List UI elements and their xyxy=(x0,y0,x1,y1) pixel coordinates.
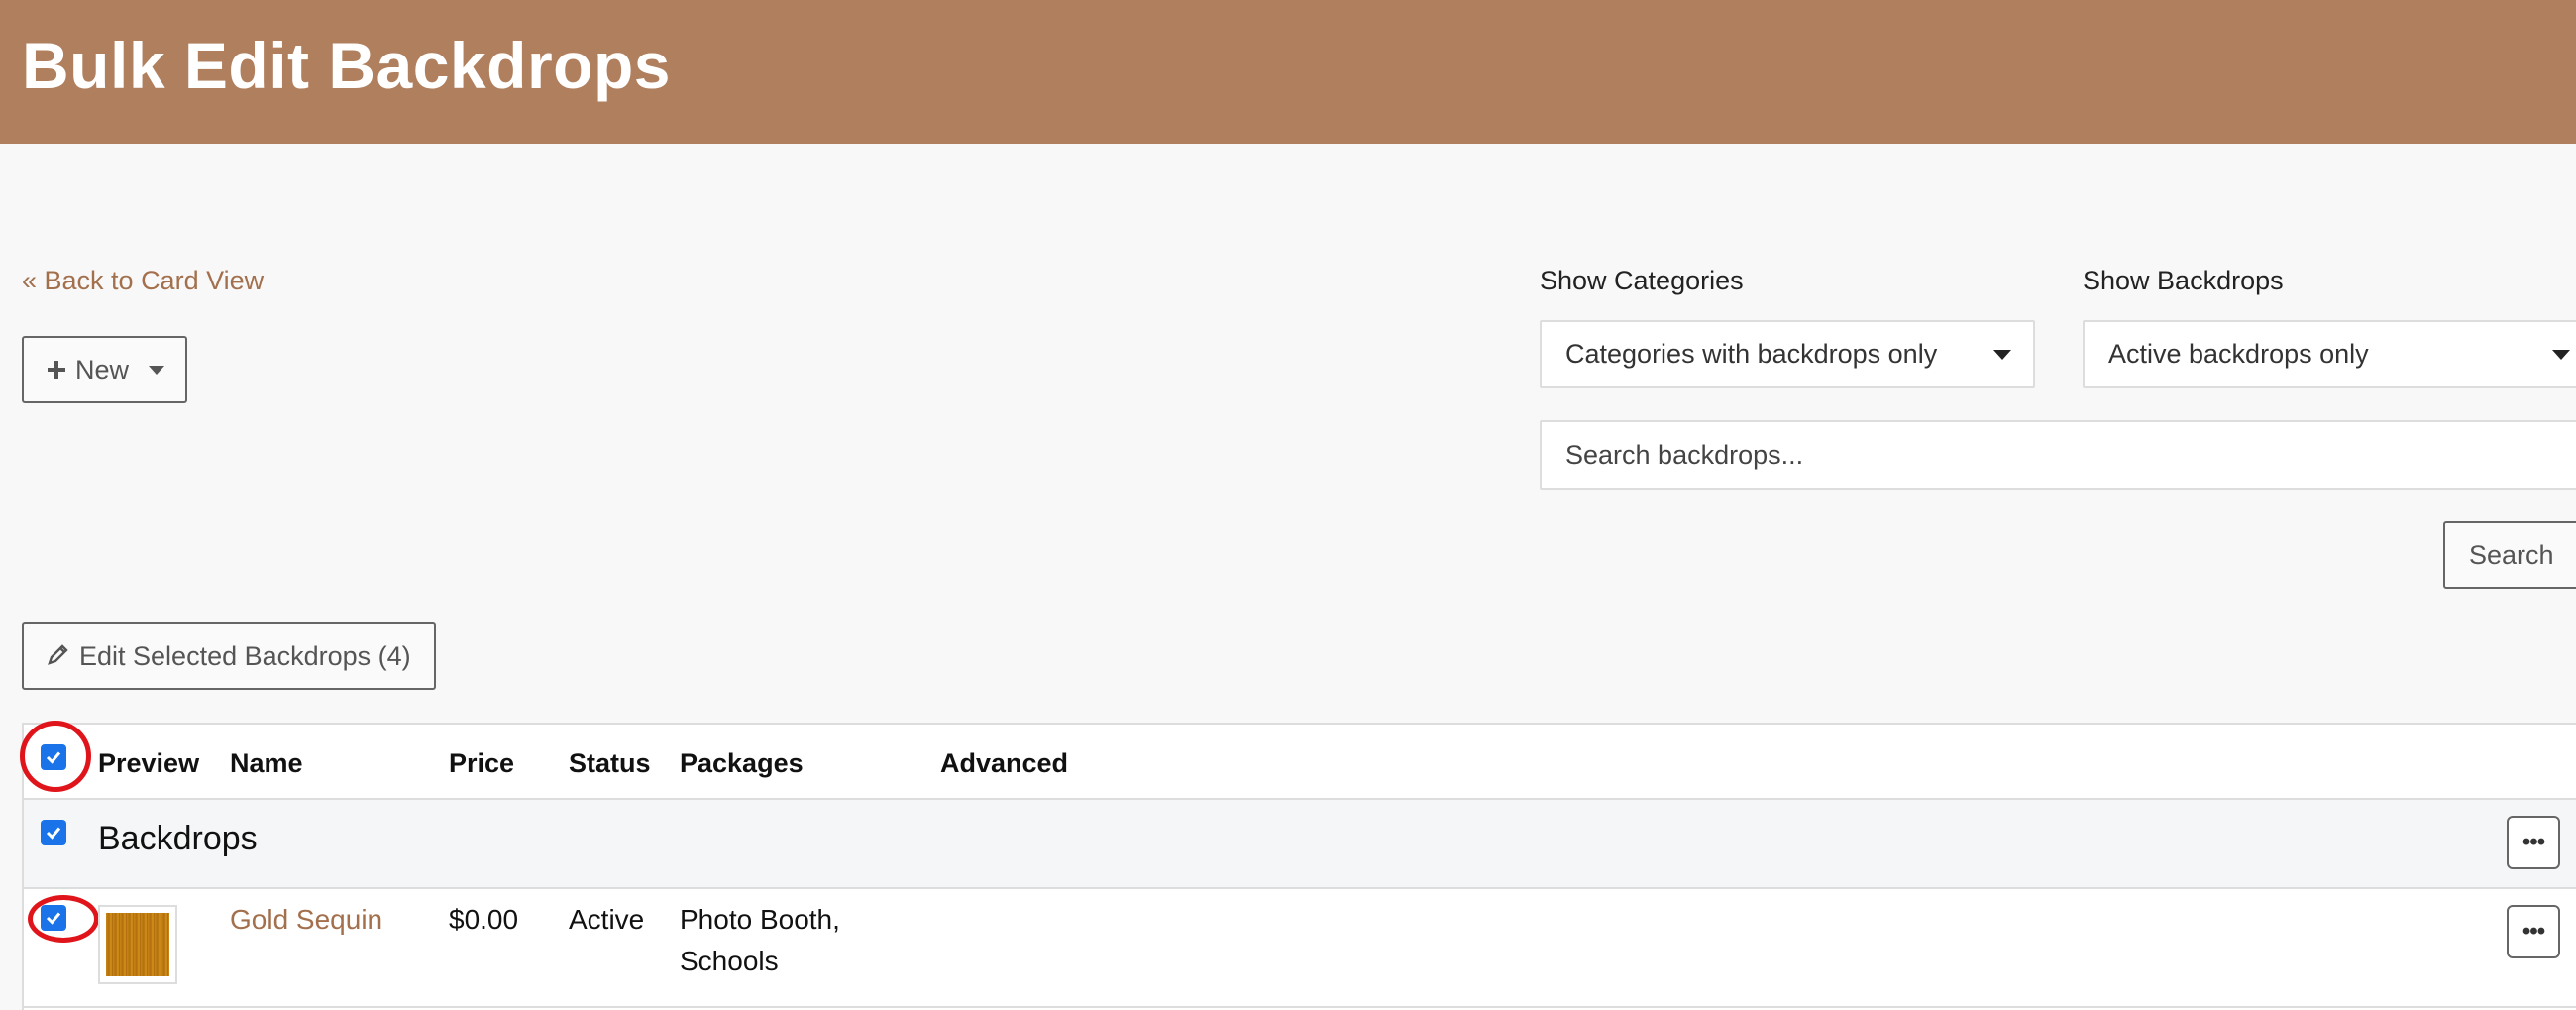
pencil-icon xyxy=(48,641,69,672)
package-item: Schools xyxy=(680,946,779,976)
page-title: Bulk Edit Backdrops xyxy=(22,29,671,102)
new-dropdown-button[interactable]: New xyxy=(22,336,187,403)
table-row: Gold Sequin $0.00 Active Photo Booth, Sc… xyxy=(24,889,2576,1008)
show-categories-value: Categories with backdrops only xyxy=(1565,338,1938,369)
page-header: Bulk Edit Backdrops xyxy=(0,0,2576,144)
column-header-packages: Packages xyxy=(680,748,804,778)
column-header-price[interactable]: Price xyxy=(449,748,514,779)
backdrop-status: Active xyxy=(569,904,645,935)
caret-down-icon xyxy=(1993,350,2011,360)
show-backdrops-select[interactable]: Active backdrops only xyxy=(2083,320,2576,388)
backdrop-name-link[interactable]: Gold Sequin xyxy=(230,899,382,941)
highlight-circle xyxy=(28,895,99,943)
category-group-row: Backdrops ••• xyxy=(24,800,2576,889)
package-item: Photo Booth, xyxy=(680,904,840,935)
gold-sequin-swatch xyxy=(106,913,169,976)
table-header-row: Preview Name Price Status Packages Advan… xyxy=(20,721,2576,800)
row-actions-button[interactable]: ••• xyxy=(2507,905,2560,958)
ellipsis-icon: ••• xyxy=(2522,829,2545,855)
checkmark-icon xyxy=(46,827,61,840)
column-header-preview: Preview xyxy=(98,748,200,778)
highlight-circle xyxy=(20,721,91,792)
backdrop-price: $0.00 xyxy=(449,904,519,935)
edit-selected-label: Edit Selected Backdrops (4) xyxy=(79,640,411,671)
column-header-advanced: Advanced xyxy=(940,748,1069,778)
column-header-name[interactable]: Name xyxy=(230,748,303,779)
backdrop-preview-image[interactable] xyxy=(98,905,177,984)
show-backdrops-value: Active backdrops only xyxy=(2108,338,2369,369)
category-actions-button[interactable]: ••• xyxy=(2507,816,2560,869)
show-categories-label: Show Categories xyxy=(1540,266,1744,295)
ellipsis-icon: ••• xyxy=(2522,918,2545,945)
new-button-label: New xyxy=(75,354,130,385)
back-to-card-view-link[interactable]: « Back to Card View xyxy=(22,266,264,296)
backdrops-table: Preview Name Price Status Packages Advan… xyxy=(20,721,2576,1010)
caret-down-icon xyxy=(149,365,165,375)
search-backdrops-input[interactable] xyxy=(1540,420,2576,490)
caret-down-icon xyxy=(2552,350,2570,360)
category-checkbox[interactable] xyxy=(41,820,66,845)
column-header-status[interactable]: Status xyxy=(569,748,651,779)
show-backdrops-label: Show Backdrops xyxy=(2083,266,2284,295)
edit-selected-backdrops-button[interactable]: Edit Selected Backdrops (4) xyxy=(22,622,436,690)
plus-icon xyxy=(48,355,65,386)
show-categories-select[interactable]: Categories with backdrops only xyxy=(1540,320,2035,388)
backdrop-packages: Photo Booth, Schools xyxy=(680,899,840,982)
category-title: Backdrops xyxy=(98,820,258,857)
search-button[interactable]: Search xyxy=(2443,521,2576,589)
